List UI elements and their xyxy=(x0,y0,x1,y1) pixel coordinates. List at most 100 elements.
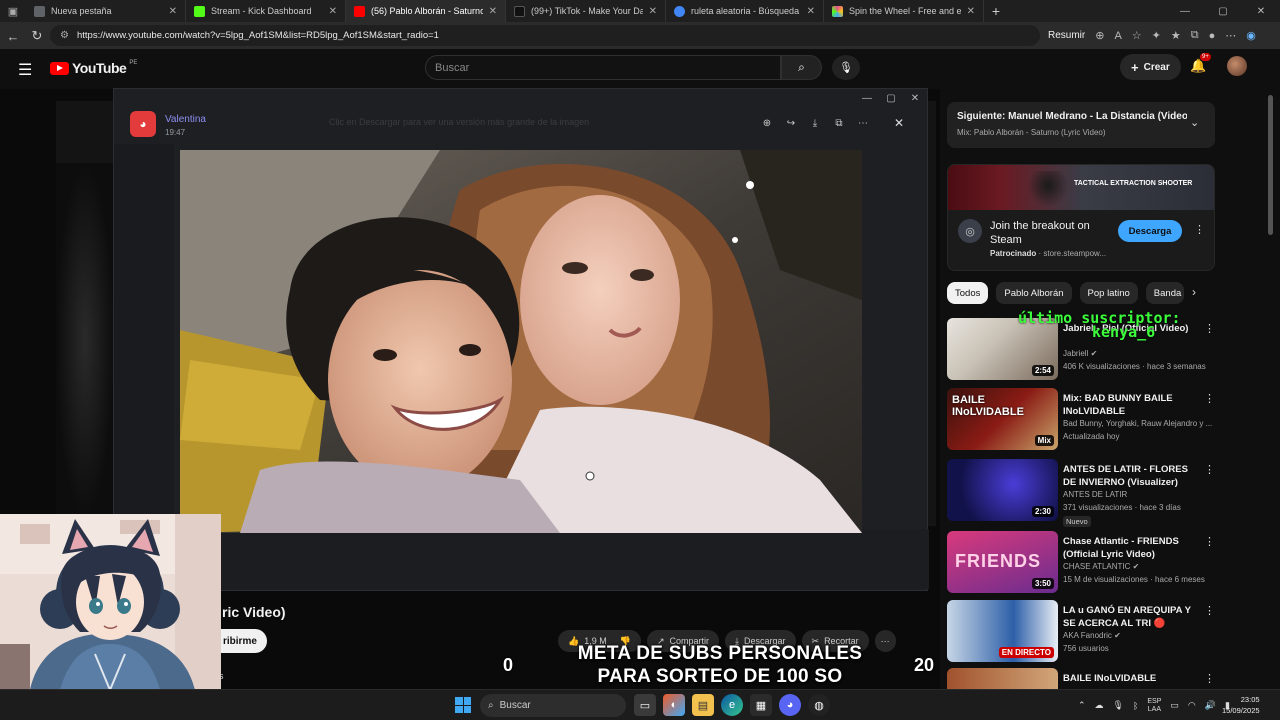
new-tab-icon[interactable]: + xyxy=(984,3,1008,19)
voice-search-button[interactable]: 🎙 xyxy=(832,55,860,80)
more-vert-icon[interactable]: ⋮ xyxy=(1204,672,1215,685)
browser-tab[interactable]: Stream - Kick Dashboard ✕ xyxy=(186,0,346,22)
maximize-icon[interactable]: ▢ xyxy=(1204,0,1242,22)
minimize-icon[interactable]: — xyxy=(1166,0,1204,22)
search-button[interactable]: ⌕ xyxy=(781,55,822,80)
favorites-icon[interactable]: ★ xyxy=(1171,29,1181,42)
more-menu-icon[interactable]: ⋯ xyxy=(1225,29,1236,42)
sender-name[interactable]: Valentina xyxy=(165,114,206,125)
mic-tray-icon[interactable]: 🎙 xyxy=(1113,700,1124,711)
close-tab-icon[interactable]: ✕ xyxy=(329,6,337,17)
recommended-live[interactable]: EN DIRECTO LA u GANÓ EN AREQUIPA Y SE AC… xyxy=(947,600,1215,664)
close-tab-icon[interactable]: ✕ xyxy=(489,6,497,17)
windows-start-icon[interactable] xyxy=(455,697,471,713)
taskbar-clock[interactable]: 23:05 15/09/2025 xyxy=(1222,694,1260,716)
recommended-video[interactable]: FRIENDS 3:50 Chase Atlantic - FRIENDS (O… xyxy=(947,531,1215,595)
volume-icon[interactable]: 🔊 xyxy=(1205,700,1216,711)
page-scrollbar[interactable] xyxy=(1268,89,1274,689)
discord-app-icon[interactable]: ◕ xyxy=(779,694,801,716)
browser-tab[interactable]: Spin the Wheel - Free and easy t ✕ xyxy=(824,0,984,22)
wifi-icon[interactable]: ◠ xyxy=(1188,700,1196,711)
close-tab-icon[interactable]: ✕ xyxy=(649,6,657,17)
open-external-icon[interactable]: ⧉ xyxy=(831,115,847,131)
close-window-icon[interactable]: ✕ xyxy=(1242,0,1280,22)
close-tab-icon[interactable]: ✕ xyxy=(807,6,815,17)
close-viewer-icon[interactable]: ✕ xyxy=(889,113,909,133)
ad-banner[interactable]: TACTICAL EXTRACTION SHOOTER xyxy=(948,165,1214,210)
maximize-icon[interactable]: ▢ xyxy=(879,89,903,107)
create-button[interactable]: + Crear xyxy=(1120,54,1181,80)
video-thumbnail[interactable]: FRIENDS 3:50 xyxy=(947,531,1058,593)
taskbar-search[interactable]: ⌕ Buscar xyxy=(480,694,626,717)
tray-overflow-icon[interactable]: ⌃ xyxy=(1078,700,1086,711)
browser-tab[interactable]: ruleta aleatoria - Búsqueda ✕ xyxy=(666,0,824,22)
display-icon[interactable]: ▭ xyxy=(1170,700,1179,711)
more-vert-icon[interactable]: ⋮ xyxy=(1204,604,1215,617)
copilot-icon[interactable]: ◉ xyxy=(1246,29,1256,42)
forward-icon[interactable]: ↪ xyxy=(783,115,799,131)
file-explorer-icon[interactable]: ▤ xyxy=(692,694,714,716)
obs-app-icon[interactable]: ◍ xyxy=(808,694,830,716)
recommended-video[interactable]: 2:30 ANTES DE LATIR - FLORES DE INVIERNO… xyxy=(947,459,1215,527)
more-vert-icon[interactable]: ⋮ xyxy=(1204,322,1215,335)
close-tab-icon[interactable]: ✕ xyxy=(169,6,177,17)
zoom-icon[interactable]: ⊕ xyxy=(759,115,775,131)
channel-line[interactable]: AKA Fanodric ✔ xyxy=(1063,631,1121,640)
chip-pop-latino[interactable]: Pop latino xyxy=(1079,282,1138,304)
more-vert-icon[interactable]: ⋮ xyxy=(1204,392,1215,405)
chevron-right-icon[interactable]: › xyxy=(1192,285,1196,299)
video-title[interactable]: LA u GANÓ EN AREQUIPA Y SE ACERCA AL TRI… xyxy=(1063,604,1203,630)
browser-tab[interactable]: Nueva pestaña ✕ xyxy=(26,0,186,22)
reload-icon[interactable]: ↻ xyxy=(25,24,49,48)
close-tab-icon[interactable]: ✕ xyxy=(967,6,975,17)
bluetooth-icon[interactable]: ᛒ xyxy=(1133,701,1138,711)
channel-name[interactable]: Bad Bunny, Yorghaki, Rauw Alejandro y ..… xyxy=(1063,419,1212,428)
browser-tab[interactable]: (99+) TikTok - Make Your Day ✕ xyxy=(506,0,666,22)
edge-icon[interactable]: e xyxy=(721,694,743,716)
chip-pablo-alboran[interactable]: Pablo Alborán xyxy=(996,282,1072,304)
browser-tab-active[interactable]: (56) Pablo Alborán - Saturno (Lyric ✕ xyxy=(346,0,506,22)
subscribe-button[interactable]: ribirme xyxy=(219,629,267,653)
collections-icon[interactable]: ⧉ xyxy=(1191,29,1199,42)
language-indicator[interactable]: ESP LAA xyxy=(1147,698,1161,714)
more-vert-icon[interactable]: ⋮ xyxy=(1194,223,1205,236)
favorite-star-icon[interactable]: ☆ xyxy=(1132,29,1142,42)
download-icon[interactable]: ⤓ xyxy=(807,115,823,131)
shared-photo[interactable] xyxy=(180,150,862,533)
task-view-icon[interactable]: ▭ xyxy=(634,694,656,716)
scrollbar-thumb[interactable] xyxy=(1268,95,1273,235)
ad-title[interactable]: Join the breakout on Steam xyxy=(990,219,1115,247)
recommended-mix[interactable]: BAILE INoLVIDABLE Mix Mix: BAD BUNNY BAI… xyxy=(947,388,1215,452)
playlist-next-card[interactable]: Siguiente: Manuel Medrano - La Distancia… xyxy=(947,102,1215,148)
menu-icon[interactable]: ☰ xyxy=(18,60,32,80)
chevron-down-icon[interactable]: ⌄ xyxy=(1190,116,1199,129)
video-title[interactable]: Chase Atlantic - FRIENDS (Official Lyric… xyxy=(1063,535,1203,561)
copilot-app-icon[interactable]: ◐ xyxy=(663,694,685,716)
summarize-button[interactable]: Resumir xyxy=(1048,30,1085,41)
ad-download-button[interactable]: Descarga xyxy=(1118,220,1182,242)
extensions-icon[interactable]: ✦ xyxy=(1152,29,1161,42)
back-icon[interactable]: ← xyxy=(1,24,25,48)
chip-todos[interactable]: Todos xyxy=(947,282,989,304)
video-title[interactable]: Mix: BAD BUNNY BAILE INoLVIDABLE xyxy=(1063,392,1203,418)
translate-icon[interactable]: ⊕ xyxy=(1095,29,1104,42)
more-vert-icon[interactable]: ⋮ xyxy=(1204,535,1215,548)
video-thumbnail[interactable]: EN DIRECTO xyxy=(947,600,1058,662)
close-window-icon[interactable]: ✕ xyxy=(903,89,927,107)
onedrive-icon[interactable]: ☁ xyxy=(1095,700,1104,711)
video-thumbnail[interactable]: 2:30 xyxy=(947,459,1058,521)
omnibox[interactable]: ⚙ https://www.youtube.com/watch?v=5lpg_A… xyxy=(50,25,1040,46)
video-title[interactable]: BAILE INoLVIDABLE xyxy=(1063,672,1203,685)
youtube-logo[interactable]: YouTube PE xyxy=(50,60,137,76)
more-vert-icon[interactable]: ⋮ xyxy=(1204,463,1215,476)
notifications-button[interactable]: 🔔 9+ xyxy=(1190,53,1211,74)
store-icon[interactable]: ▦ xyxy=(750,694,772,716)
tab-actions-icon[interactable]: ▣ xyxy=(0,0,26,22)
account-avatar[interactable] xyxy=(1227,56,1247,76)
search-input[interactable]: Buscar xyxy=(425,55,781,80)
profile-icon[interactable]: ● xyxy=(1209,30,1216,42)
minimize-icon[interactable]: — xyxy=(855,89,879,107)
video-thumbnail[interactable] xyxy=(947,668,1058,689)
video-title[interactable]: ANTES DE LATIR - FLORES DE INVIERNO (Vis… xyxy=(1063,463,1203,489)
channel-line[interactable]: Jabriell ✔ xyxy=(1063,349,1097,358)
